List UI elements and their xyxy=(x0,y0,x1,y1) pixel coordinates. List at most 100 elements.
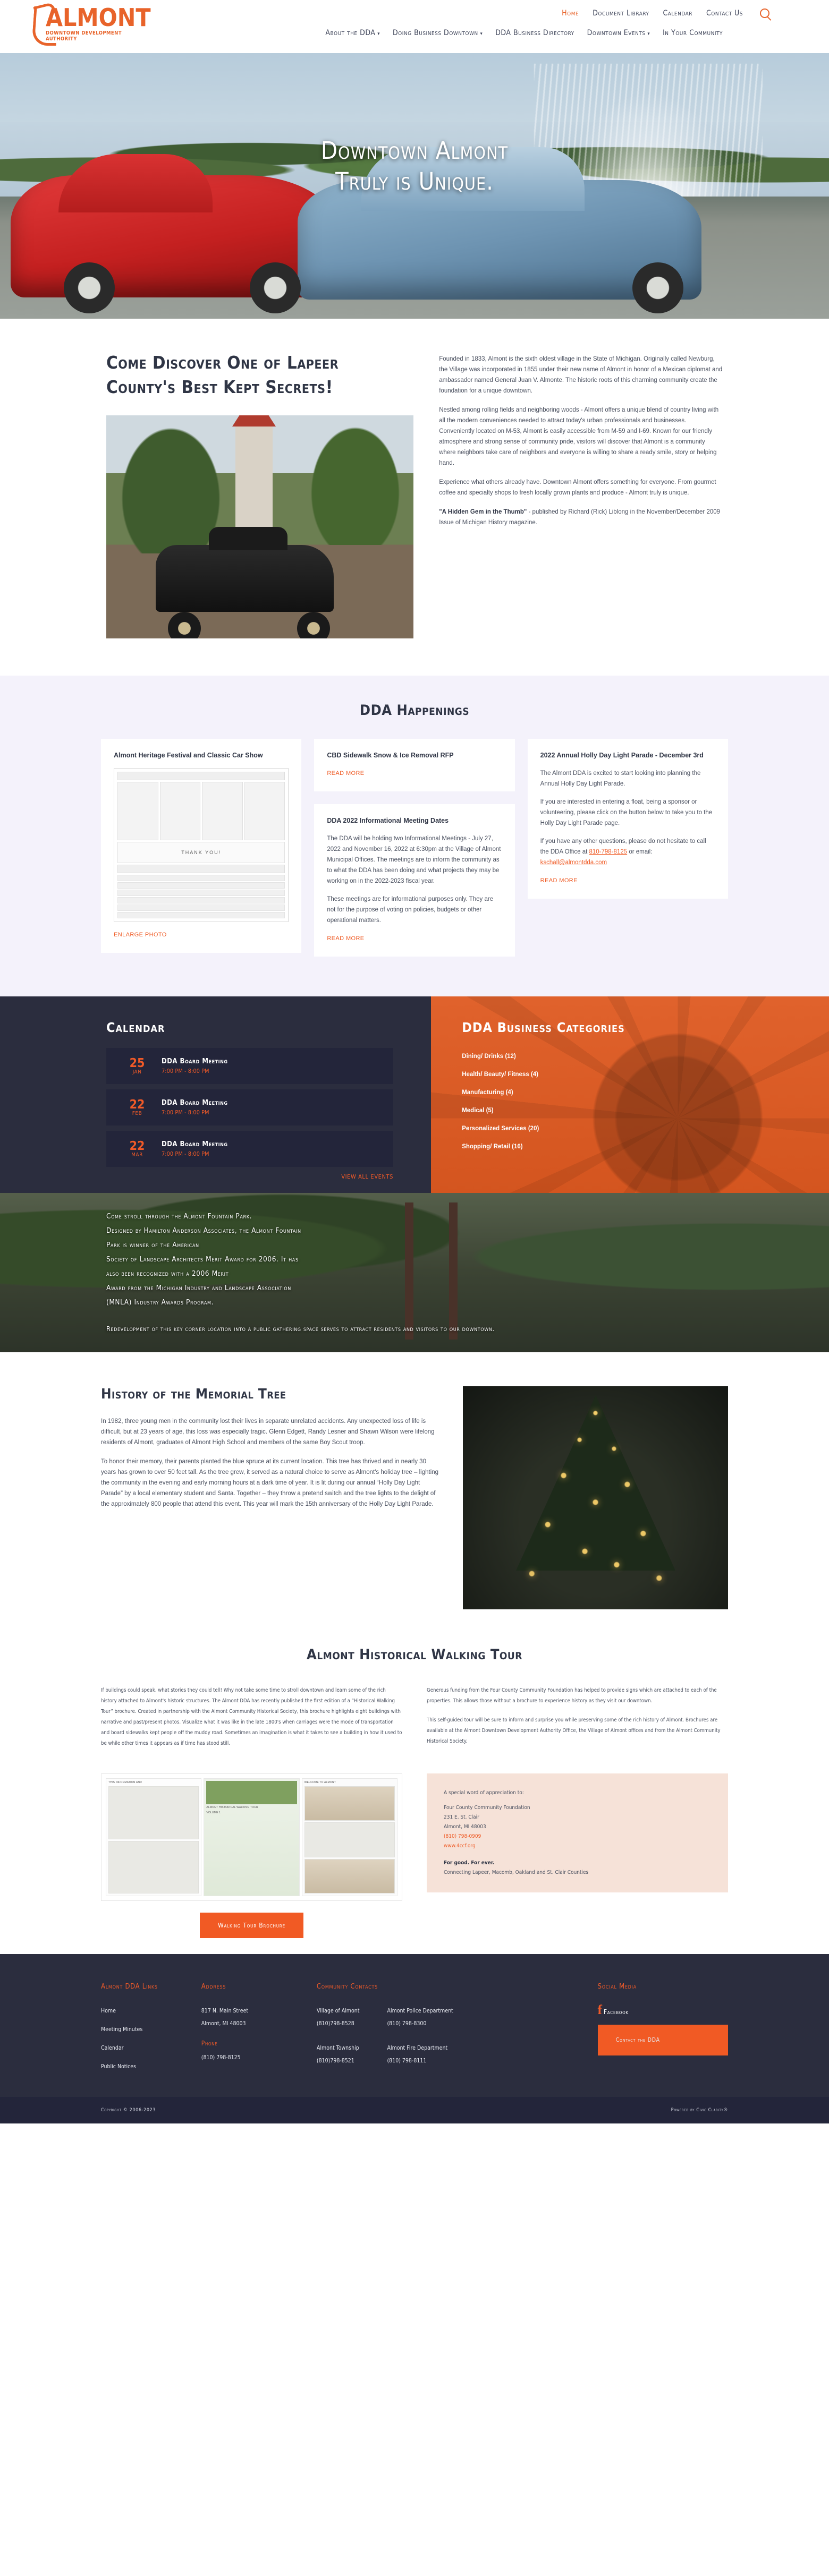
fountain-park-text: Come stroll through the Almont Fountain … xyxy=(0,1209,495,1336)
contact-name: Village of Almont xyxy=(316,2008,360,2014)
contact-phone[interactable]: (810)798-8521 xyxy=(317,2054,360,2067)
calendar-event-row[interactable]: 22 FEB DDA Board Meeting 7:00 PM - 8:00 … xyxy=(106,1089,393,1125)
dda-office-phone-link[interactable]: 810-798-8125 xyxy=(589,849,628,855)
walking-tour-bottom: THIS INFORMATION AND ALMONT HISTORICAL W… xyxy=(101,1773,728,1938)
site-logo[interactable]: ALMONT DOWNTOWN DEVELOPMENT AUTHORITY xyxy=(31,0,191,48)
hero-headline-line2: Truly is Unique. xyxy=(335,167,494,195)
footer-address-heading: Address xyxy=(201,1983,226,1991)
event-date: 22 MAR xyxy=(120,1140,154,1158)
hero-wheel xyxy=(632,262,683,313)
read-more-link[interactable]: READ MORE xyxy=(327,935,364,942)
hero-wheel xyxy=(250,262,301,313)
top-nav-calendar[interactable]: Calendar xyxy=(663,9,692,18)
flyer-row xyxy=(117,875,285,881)
flyer-row xyxy=(117,882,285,889)
happenings-column-2: CBD Sidewalk Snow & Ice Removal RFP READ… xyxy=(314,739,515,957)
footer-link-home[interactable]: Home xyxy=(101,2004,201,2017)
intro-paragraph-3: Experience what others already have. Dow… xyxy=(439,479,716,496)
footer-phone-link[interactable]: (810) 798-8125 xyxy=(201,2051,317,2064)
flyer-block xyxy=(202,782,243,840)
brochure-thumb xyxy=(108,1786,199,1839)
fountain-line-4: Society of Landscape Architects Merit Aw… xyxy=(106,1255,299,1264)
flyer-band xyxy=(117,865,285,873)
nav-dda-business-directory[interactable]: DDA Business Directory xyxy=(495,29,574,37)
happening-card-informational-meetings[interactable]: DDA 2022 Informational Meeting Dates The… xyxy=(314,804,515,957)
walking-tour-brochure-image[interactable]: THIS INFORMATION AND ALMONT HISTORICAL W… xyxy=(101,1773,402,1901)
dda-office-email-link[interactable]: kschall@almontdda.com xyxy=(540,859,607,866)
event-day: 22 xyxy=(129,1097,145,1112)
footer-link-calendar[interactable]: Calendar xyxy=(101,2042,201,2054)
category-health-beauty-fitness[interactable]: Health/ Beauty/ Fitness (4) xyxy=(462,1071,829,1078)
site-header: ALMONT DOWNTOWN DEVELOPMENT AUTHORITY Ho… xyxy=(0,0,829,53)
categories-list: Dining/ Drinks (12) Health/ Beauty/ Fitn… xyxy=(462,1053,829,1150)
top-nav-document-library[interactable]: Document Library xyxy=(593,9,649,18)
category-shopping-retail[interactable]: Shopping/ Retail (16) xyxy=(462,1144,829,1150)
happening-card-holly-day-light-parade[interactable]: 2022 Annual Holly Day Light Parade - Dec… xyxy=(527,739,728,899)
logo-mark: ALMONT DOWNTOWN DEVELOPMENT AUTHORITY xyxy=(31,3,151,48)
flyer-block xyxy=(117,782,158,840)
brochure-info-label: THIS INFORMATION AND xyxy=(108,1781,142,1784)
category-personalized-services[interactable]: Personalized Services (20) xyxy=(462,1125,829,1132)
brochure-green-block xyxy=(206,1781,297,1804)
intro-quote-title: "A Hidden Gem in the Thumb" xyxy=(439,509,527,515)
nav-downtown-events[interactable]: Downtown Events ▾ xyxy=(587,29,650,37)
happening-card-heritage-festival[interactable]: Almont Heritage Festival and Classic Car… xyxy=(101,739,302,953)
foundation-phone-link[interactable]: (810) 798-0909 xyxy=(444,1832,711,1841)
category-dining-drinks[interactable]: Dining/ Drinks (12) xyxy=(462,1053,829,1060)
event-time: 7:00 PM - 8:00 PM xyxy=(162,1109,209,1116)
intro-left-column: Come Discover One of Lapeer County's Bes… xyxy=(106,351,414,638)
flyer-row xyxy=(117,905,285,911)
contact-phone[interactable]: (810) 798-8300 xyxy=(387,2017,453,2030)
read-more-link[interactable]: READ MORE xyxy=(327,770,364,777)
category-manufacturing[interactable]: Manufacturing (4) xyxy=(462,1089,829,1096)
top-nav-home[interactable]: Home xyxy=(562,9,579,18)
powered-by-text: Powered by Civic Clarity® xyxy=(671,2108,728,2113)
contact-phone[interactable]: (810)798-8528 xyxy=(317,2017,360,2030)
nav-in-your-community[interactable]: In Your Community xyxy=(663,29,723,37)
calendar-event-row[interactable]: 25 JAN DDA Board Meeting 7:00 PM - 8:00 … xyxy=(106,1048,393,1084)
contact-almont-police-department: Almont Police Department (810) 798-8300 xyxy=(387,2004,453,2030)
walking-tour-brochure-button[interactable]: Walking Tour Brochure xyxy=(200,1913,303,1938)
event-day: 25 xyxy=(129,1056,145,1070)
contact-the-dda-button[interactable]: Contact the DDA xyxy=(597,2025,728,2055)
memorial-tree-photo xyxy=(463,1386,728,1609)
view-all-events-link[interactable]: VIEW ALL EVENTS xyxy=(106,1173,393,1180)
footer-contacts-col-a: Village of Almont (810)798-8528 Almont T… xyxy=(317,2004,360,2079)
chevron-down-icon: ▾ xyxy=(377,31,380,37)
search-icon[interactable] xyxy=(760,8,769,18)
footer-contacts-col-b: Almont Police Department (810) 798-8300 … xyxy=(387,2004,453,2079)
footer-link-meeting-minutes[interactable]: Meeting Minutes xyxy=(101,2023,201,2036)
contact-phone[interactable]: (810) 798-8111 xyxy=(387,2054,453,2067)
nav-doing-business-downtown[interactable]: Doing Business Downtown ▾ xyxy=(393,29,483,37)
foundation-name: Four County Community Foundation xyxy=(444,1805,530,1811)
footer-link-public-notices[interactable]: Public Notices xyxy=(101,2060,201,2073)
event-month: MAR xyxy=(131,1151,143,1158)
flyer-block xyxy=(159,782,201,840)
happening-card-snow-removal-rfp[interactable]: CBD Sidewalk Snow & Ice Removal RFP READ… xyxy=(314,739,515,791)
category-medical[interactable]: Medical (5) xyxy=(462,1107,829,1114)
card-body-2: If you are interested in entering a floa… xyxy=(540,799,713,826)
top-nav-contact-us[interactable]: Contact Us xyxy=(706,9,743,18)
contact-name: Almont Township xyxy=(316,2045,359,2051)
contact-village-of-almont: Village of Almont (810)798-8528 xyxy=(317,2004,360,2030)
event-info: DDA Board Meeting 7:00 PM - 8:00 PM xyxy=(162,1140,228,1157)
footer-address-line2: Almont, MI 48003 xyxy=(201,2020,246,2027)
walking-tour-right-column: Generous funding from the Four County Co… xyxy=(427,1685,728,1758)
logo-wordmark: ALMONT xyxy=(46,3,151,32)
flyer-block xyxy=(244,782,285,840)
footer-social-column: Social Media f Facebook Contact the DDA xyxy=(597,1983,728,2079)
memorial-text-column: History of the Memorial Tree In 1982, th… xyxy=(101,1386,438,1609)
enlarge-photo-link[interactable]: ENLARGE PHOTO xyxy=(114,932,167,938)
fountain-line-6: Award from the Michigan Industry and Lan… xyxy=(106,1284,291,1292)
brochure-column: THIS INFORMATION AND ALMONT HISTORICAL W… xyxy=(101,1773,402,1938)
facebook-link[interactable]: f Facebook xyxy=(598,2003,728,2019)
contact-name: Almont Police Department xyxy=(387,2008,453,2014)
calendar-event-row[interactable]: 22 MAR DDA Board Meeting 7:00 PM - 8:00 … xyxy=(106,1131,393,1167)
foundation-city: Almont, MI 48003 xyxy=(444,1824,486,1830)
nav-about-the-dda[interactable]: About the DDA ▾ xyxy=(325,29,380,37)
foundation-website-link[interactable]: www.4ccf.org xyxy=(444,1841,711,1851)
photo-car-wheel xyxy=(297,612,330,638)
read-more-link[interactable]: READ MORE xyxy=(540,877,578,884)
fountain-line-3: Park is winner of the American xyxy=(106,1241,199,1249)
brochure-historic-photo xyxy=(304,1786,395,1821)
